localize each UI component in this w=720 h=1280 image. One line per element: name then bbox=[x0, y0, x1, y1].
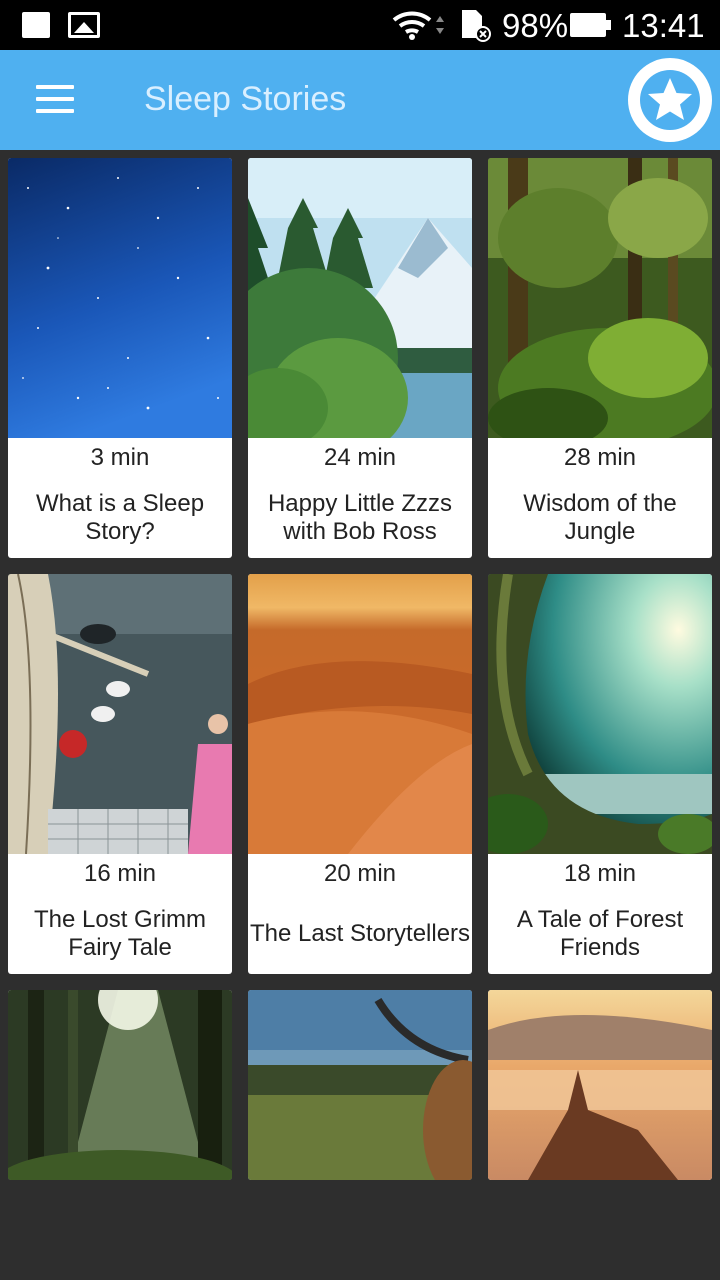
story-card[interactable]: 20 min The Last Storytellers bbox=[248, 574, 472, 974]
story-image-highland-cattle bbox=[248, 990, 472, 1180]
story-image-jungle bbox=[488, 158, 712, 438]
story-image-fairy-tale bbox=[8, 574, 232, 854]
story-card[interactable]: 24 min Happy Little Zzzs with Bob Ross bbox=[248, 158, 472, 558]
story-image-sunlit-forest bbox=[8, 990, 232, 1180]
sd-card-icon bbox=[462, 10, 491, 42]
wifi-icon bbox=[392, 11, 444, 40]
notification-icon bbox=[22, 12, 50, 38]
gallery-notification-icon bbox=[68, 12, 100, 38]
clock: 13:41 bbox=[622, 7, 705, 44]
story-image-desert bbox=[248, 574, 472, 854]
story-card[interactable] bbox=[8, 990, 232, 1180]
battery-percentage: 98% bbox=[502, 7, 569, 44]
story-title: What is a Sleep Story? bbox=[35, 490, 205, 545]
story-card[interactable]: 18 min A Tale of Forest Friends bbox=[488, 574, 712, 974]
app-bar: Sleep Stories bbox=[0, 50, 720, 150]
story-image-forest-arch bbox=[488, 574, 712, 854]
story-title: Wisdom of the Jungle bbox=[523, 490, 677, 545]
story-duration: 28 min bbox=[563, 444, 637, 471]
story-duration: 16 min bbox=[83, 860, 157, 887]
star-icon bbox=[640, 70, 700, 130]
story-card[interactable]: 16 min The Lost Grimm Fairy Tale bbox=[8, 574, 232, 974]
hamburger-menu-icon[interactable] bbox=[36, 85, 76, 115]
status-bar: 98% 13:41 bbox=[0, 0, 720, 50]
story-image-sandcastle bbox=[488, 990, 712, 1180]
story-image-starry-sky bbox=[8, 158, 232, 438]
story-title: A Tale of Forest Friends bbox=[516, 906, 684, 961]
story-duration: 18 min bbox=[563, 860, 637, 887]
story-card[interactable]: 3 min What is a Sleep Story? bbox=[8, 158, 232, 558]
story-title: The Lost Grimm Fairy Tale bbox=[33, 906, 207, 961]
story-card[interactable]: 28 min Wisdom of the Jungle bbox=[488, 158, 712, 558]
page-title: Sleep Stories bbox=[144, 80, 347, 118]
story-title: The Last Storytellers bbox=[249, 920, 471, 947]
favorites-button[interactable] bbox=[628, 58, 712, 142]
story-duration: 24 min bbox=[323, 444, 397, 471]
story-card[interactable] bbox=[488, 990, 712, 1180]
story-image-mountain-lake bbox=[248, 158, 472, 438]
story-card[interactable] bbox=[248, 990, 472, 1180]
story-title: Happy Little Zzzs with Bob Ross bbox=[267, 490, 453, 545]
story-duration: 3 min bbox=[90, 444, 150, 471]
story-duration: 20 min bbox=[323, 860, 397, 887]
battery-icon bbox=[570, 13, 611, 37]
